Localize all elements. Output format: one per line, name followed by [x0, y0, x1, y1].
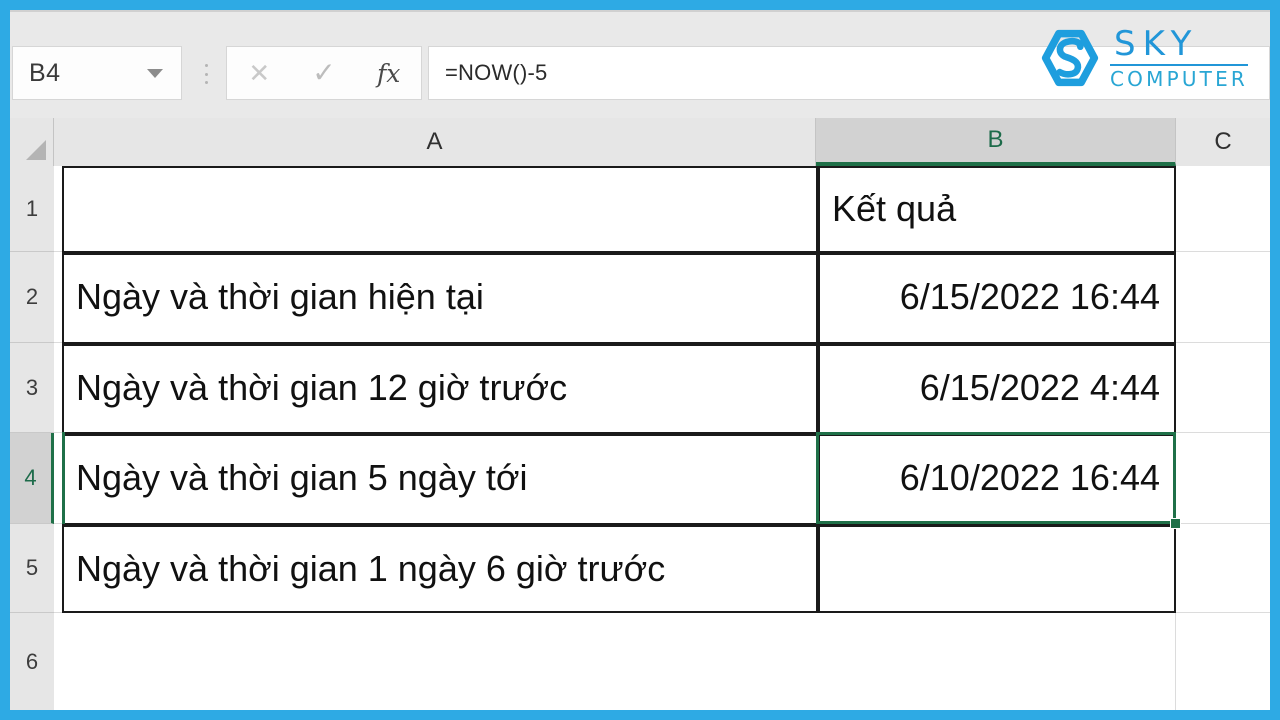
formula-input-value: =NOW()-5: [445, 60, 548, 85]
check-icon: ✓: [312, 57, 336, 88]
more-options-icon[interactable]: [204, 64, 209, 84]
excel-screenshot-frame: B4 ✕ ✓ fx =NOW()-5 SKY COMPUTER A B C 1 …: [0, 0, 1280, 720]
row-header-column: 1 2 3 4 5 6: [10, 166, 54, 710]
column-header-a[interactable]: A: [54, 118, 816, 166]
column-header-row: A B C: [10, 118, 1270, 166]
select-all-corner[interactable]: [10, 118, 54, 166]
cell-b6[interactable]: [820, 616, 1172, 706]
formula-input[interactable]: =NOW()-5: [428, 46, 1270, 100]
row-header-2[interactable]: 2: [10, 252, 54, 343]
cell-a1[interactable]: [64, 168, 814, 250]
cell-a6[interactable]: [64, 616, 814, 706]
row-header-6[interactable]: 6: [10, 613, 54, 710]
row-header-5[interactable]: 5: [10, 524, 54, 613]
cell-b3[interactable]: 6/15/2022 4:44: [820, 345, 1172, 430]
formula-bar: B4 ✕ ✓ fx =NOW()-5 SKY COMPUTER: [10, 10, 1270, 118]
column-header-b[interactable]: B: [816, 118, 1176, 166]
column-header-c[interactable]: C: [1176, 118, 1270, 166]
cell-b4[interactable]: 6/10/2022 16:44: [820, 435, 1172, 521]
cell-area: Kết quả Ngày và thời gian hiện tại 6/15/…: [54, 166, 1270, 710]
row-selection-edge: [62, 432, 65, 524]
fill-handle[interactable]: [1170, 518, 1181, 529]
function-icon: fx: [376, 58, 401, 88]
cell-a5[interactable]: Ngày và thời gian 1 ngày 6 giờ trước: [64, 526, 814, 611]
name-box-value: B4: [29, 58, 61, 87]
cell-a4[interactable]: Ngày và thời gian 5 ngày tới: [64, 435, 814, 521]
confirm-button[interactable]: ✓: [301, 53, 347, 93]
close-icon: ✕: [248, 58, 271, 88]
name-box[interactable]: B4: [12, 46, 182, 100]
chevron-down-icon[interactable]: [147, 68, 163, 78]
row-header-1[interactable]: 1: [10, 166, 54, 252]
row-header-4[interactable]: 4: [10, 433, 54, 524]
cell-b5[interactable]: [820, 526, 1172, 611]
row-header-3[interactable]: 3: [10, 343, 54, 433]
application-window: B4 ✕ ✓ fx =NOW()-5 SKY COMPUTER A B C 1 …: [10, 10, 1270, 710]
formula-action-buttons: ✕ ✓ fx: [226, 46, 422, 100]
cell-a3[interactable]: Ngày và thời gian 12 giờ trước: [64, 345, 814, 430]
cell-b1[interactable]: Kết quả: [820, 168, 1172, 250]
select-all-triangle-icon: [26, 140, 46, 160]
insert-function-button[interactable]: fx: [366, 53, 412, 93]
worksheet-grid: A B C 1 2 3 4 5 6 Kết quả Ngày và thời g…: [10, 118, 1270, 710]
cancel-button[interactable]: ✕: [236, 53, 282, 93]
cell-b2[interactable]: 6/15/2022 16:44: [820, 254, 1172, 340]
cell-a2[interactable]: Ngày và thời gian hiện tại: [64, 254, 814, 340]
